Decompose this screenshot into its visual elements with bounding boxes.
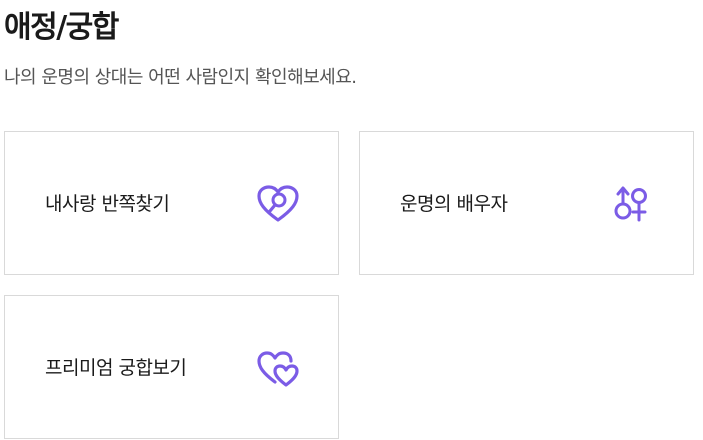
page-title: 애정/궁합	[4, 10, 119, 45]
card-label: 내사랑 반쪽찾기	[45, 193, 170, 215]
card-label: 프리미엄 궁합보기	[45, 357, 187, 379]
male-female-icon	[611, 184, 655, 224]
card-premium-compatibility[interactable]: 프리미엄 궁합보기	[4, 295, 339, 439]
card-find-my-other-half[interactable]: 내사랑 반쪽찾기	[4, 131, 339, 275]
double-heart-icon	[256, 348, 300, 388]
card-destined-spouse[interactable]: 운명의 배우자	[359, 131, 694, 275]
heart-search-icon	[256, 184, 300, 224]
page-subtitle: 나의 운명의 상대는 어떤 사람인지 확인해보세요.	[4, 67, 357, 88]
card-label: 운명의 배우자	[400, 193, 508, 215]
